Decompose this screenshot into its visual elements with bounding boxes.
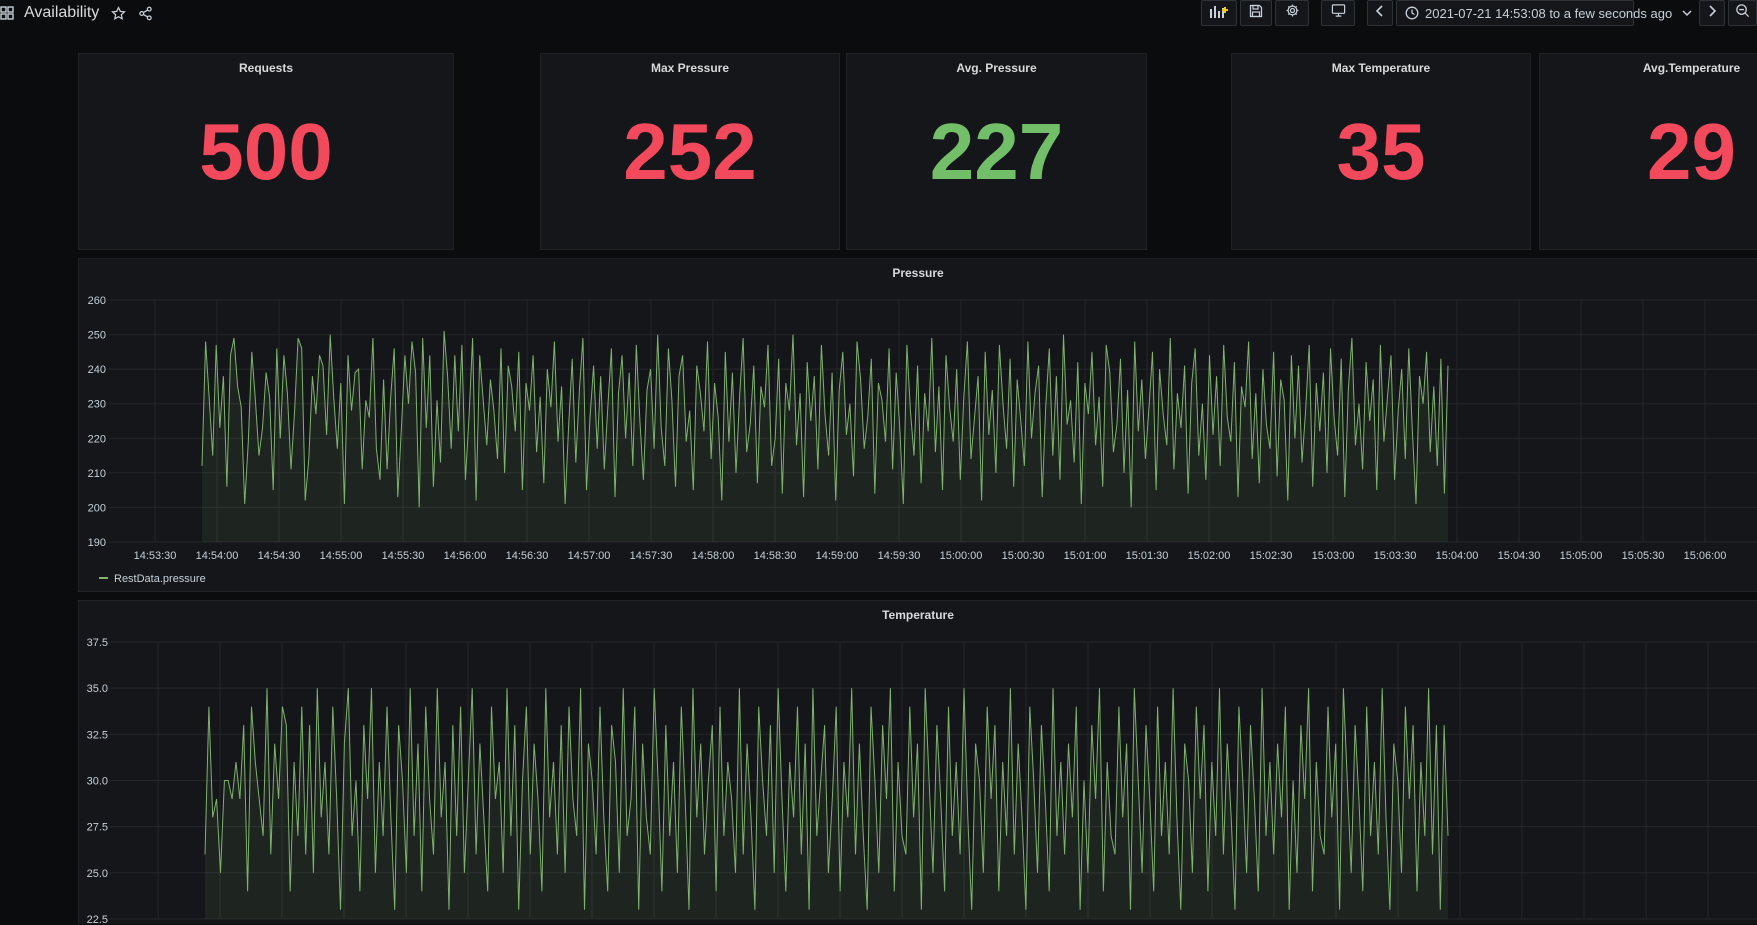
- zoom-out-button[interactable]: [1728, 0, 1757, 26]
- x-tick-label: 14:56:00: [444, 550, 487, 562]
- graph-panel-temperature[interactable]: Temperature 37.5 35.0 32.5 30.0 27.5 25.0 22.5: [78, 600, 1757, 925]
- panel-title[interactable]: Requests: [79, 61, 453, 75]
- tv-mode-button[interactable]: [1321, 0, 1355, 26]
- legend-label: RestData.pressure: [114, 573, 206, 585]
- tv-mode-icon: [1331, 3, 1346, 23]
- chevron-down-icon: [1682, 9, 1692, 17]
- y-tick-label: 27.5: [87, 822, 108, 834]
- y-tick-label: 250: [88, 330, 106, 342]
- x-tick-label: 15:02:00: [1188, 550, 1231, 562]
- stat-panel-avg-pressure[interactable]: Avg. Pressure 227: [846, 53, 1147, 250]
- stat-panel-max-temperature[interactable]: Max Temperature 35: [1231, 53, 1531, 250]
- x-tick-label: 14:58:30: [754, 550, 797, 562]
- x-tick-label: 15:05:00: [1560, 550, 1603, 562]
- x-tick-label: 15:03:00: [1312, 550, 1355, 562]
- y-tick-label: 240: [88, 364, 106, 376]
- x-tick-label: 15:05:30: [1622, 550, 1665, 562]
- x-tick-label: 15:01:00: [1064, 550, 1107, 562]
- dashboard-navbar: Availability 2021-07-21 14:53:08 to a fe…: [0, 0, 1757, 26]
- time-range-picker[interactable]: 2021-07-21 14:53:08 to a few seconds ago: [1396, 0, 1692, 26]
- stat-panel-max-pressure[interactable]: Max Pressure 252: [540, 53, 840, 250]
- dashboard-settings-button[interactable]: [1275, 0, 1309, 26]
- share-icon[interactable]: [138, 6, 153, 21]
- dashboard-title-wrap: Availability: [0, 2, 153, 24]
- y-tick-label: 210: [88, 468, 106, 480]
- stat-value: 29: [1647, 107, 1736, 196]
- y-tick-label: 220: [88, 433, 106, 445]
- y-tick-label: 22.5: [87, 914, 108, 925]
- stat-value: 500: [199, 107, 333, 196]
- chevron-left-icon: [1375, 4, 1385, 22]
- x-tick-label: 15:04:00: [1436, 550, 1479, 562]
- x-tick-label: 14:56:30: [506, 550, 549, 562]
- add-panel-button[interactable]: [1201, 0, 1237, 26]
- x-tick-label: 14:57:00: [568, 550, 611, 562]
- x-tick-label: 15:02:30: [1250, 550, 1293, 562]
- panel-title[interactable]: Avg. Pressure: [847, 61, 1146, 75]
- panel-title[interactable]: Max Pressure: [541, 61, 839, 75]
- clock-icon: [1405, 6, 1419, 20]
- save-dashboard-button[interactable]: [1240, 0, 1272, 26]
- x-tick-label: 14:53:30: [134, 550, 177, 562]
- dashboard-title[interactable]: Availability: [24, 4, 99, 22]
- zoom-out-icon: [1735, 3, 1750, 23]
- x-tick-label: 14:58:00: [692, 550, 735, 562]
- x-tick-label: 14:54:00: [196, 550, 239, 562]
- settings-icon: [1285, 3, 1300, 23]
- y-tick-label: 260: [88, 295, 106, 307]
- x-tick-label: 15:01:30: [1126, 550, 1169, 562]
- x-tick-label: 14:59:30: [878, 550, 921, 562]
- y-tick-label: 25.0: [87, 868, 108, 880]
- dashboard-grid-icon[interactable]: [0, 6, 14, 20]
- x-tick-label: 15:06:00: [1684, 550, 1727, 562]
- star-icon[interactable]: [111, 5, 127, 21]
- stat-value: 227: [929, 107, 1064, 196]
- x-tick-label: 14:55:30: [382, 550, 425, 562]
- pressure-chart[interactable]: 260 250 240 230 220 210 200 190 14:53:30 14:54:00…: [79, 259, 1757, 593]
- y-tick-label: 190: [88, 537, 106, 549]
- panel-title[interactable]: Max Temperature: [1232, 61, 1530, 75]
- time-range-label: 2021-07-21 14:53:08 to a few seconds ago: [1425, 5, 1673, 21]
- x-tick-label: 14:55:00: [320, 550, 363, 562]
- y-tick-label: 230: [88, 399, 106, 411]
- x-tick-label: 14:57:30: [630, 550, 673, 562]
- panel-title[interactable]: Avg.Temperature: [1540, 61, 1757, 75]
- add-panel-icon: [1209, 4, 1229, 23]
- stat-value: 252: [623, 107, 757, 196]
- y-tick-label: 37.5: [87, 637, 108, 649]
- x-tick-label: 14:59:00: [816, 550, 859, 562]
- stat-panel-requests[interactable]: Requests 500: [78, 53, 454, 250]
- save-icon: [1249, 4, 1263, 23]
- x-tick-label: 15:00:00: [940, 550, 983, 562]
- y-tick-label: 32.5: [87, 729, 108, 741]
- y-tick-label: 30.0: [87, 776, 108, 788]
- stat-panel-avg-temperature[interactable]: Avg.Temperature 29: [1539, 53, 1757, 250]
- graph-panel-pressure[interactable]: Pressure 260 250 240 230 220 210 200 190 14:53:3…: [78, 258, 1757, 592]
- x-tick-label: 15:03:30: [1374, 550, 1417, 562]
- y-tick-label: 35.0: [87, 683, 108, 695]
- x-tick-label: 14:54:30: [258, 550, 301, 562]
- stat-value: 35: [1336, 107, 1426, 196]
- time-range-back-button[interactable]: [1367, 0, 1393, 26]
- x-tick-label: 15:00:30: [1002, 550, 1045, 562]
- y-tick-label: 200: [88, 502, 106, 514]
- chevron-right-icon: [1707, 4, 1717, 22]
- x-tick-label: 15:04:30: [1498, 550, 1541, 562]
- time-range-forward-button[interactable]: [1699, 0, 1725, 26]
- temperature-chart[interactable]: 37.5 35.0 32.5 30.0 27.5 25.0 22.5: [79, 601, 1757, 925]
